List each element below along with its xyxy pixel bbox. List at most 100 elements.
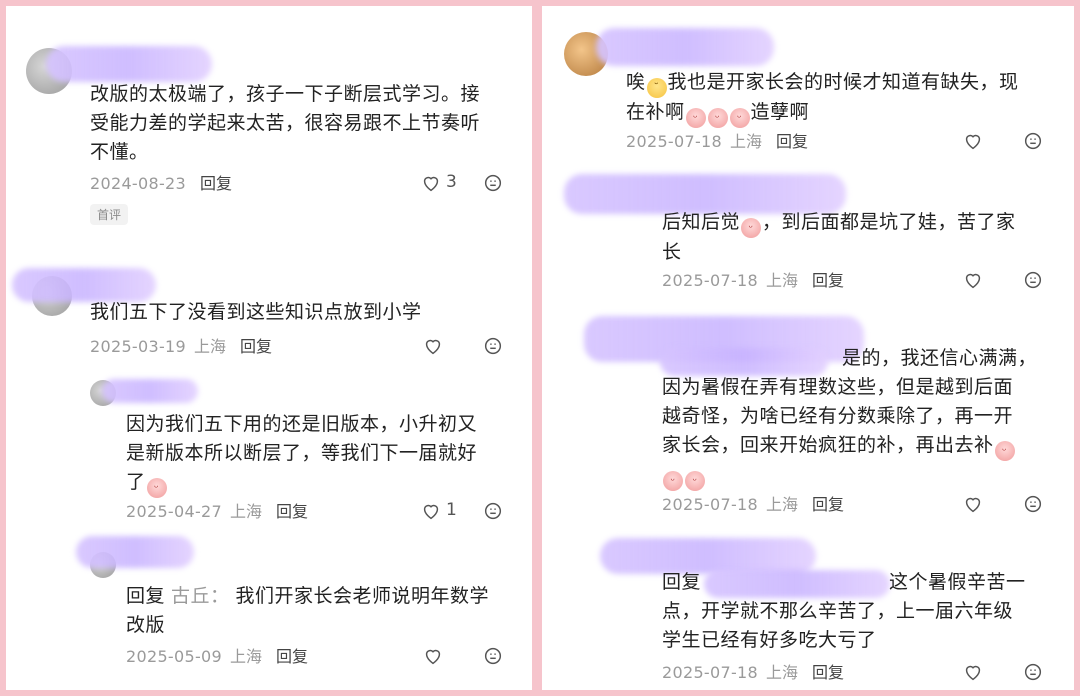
comment-meta: 2025-07-18 上海 回复 (662, 495, 844, 515)
comment-location: 上海 (765, 495, 798, 514)
emoji-reaction-icon[interactable] (1022, 661, 1044, 683)
reply-button[interactable]: 回复 (276, 647, 308, 666)
comment-line: 是的，我还信心满满， (842, 347, 1038, 369)
username-redacted (12, 268, 156, 302)
comment-line: 我们开家长会老师说明年数学 (235, 585, 490, 607)
crying-emoji-icon: ᵕ (663, 471, 683, 491)
reply-button[interactable]: 回复 (200, 174, 232, 193)
like-heart-icon[interactable] (420, 172, 442, 194)
like-count: 3 (446, 172, 457, 192)
emoji-reaction-icon[interactable] (1022, 269, 1044, 291)
comment-location: 上海 (193, 337, 226, 356)
comment-line: 了 (126, 471, 146, 493)
comment-meta: 2025-07-18 上海 回复 (662, 271, 844, 291)
comment-line: 受能力差的学起来太苦，很容易跟不上节奏听 (90, 112, 481, 134)
reply-button[interactable]: 回复 (240, 337, 272, 356)
comment-meta: 2025-07-18 上海 回复 (626, 132, 808, 152)
comment-location: 上海 (229, 647, 262, 666)
emoji-reaction-icon[interactable] (482, 645, 504, 667)
comment-text: 后知后觉 ᵕ ，到后面都是坑了娃，苦了家 长 (662, 208, 1066, 267)
comment-line: 后知后觉 (662, 211, 741, 233)
emoji-reaction-icon[interactable] (482, 172, 504, 194)
comment-text: 改版的太极端了，孩子一下子断层式学习。接 受能力差的学起来太苦，很容易跟不上节奏… (90, 80, 520, 167)
comment-line: 这个暑假辛苦一 (889, 571, 1026, 593)
comment-date: 2025-07-18 (626, 132, 722, 151)
comment-line: 我也是开家长会的时候才知道有缺失，现 (667, 71, 1019, 93)
reply-button[interactable]: 回复 (812, 495, 844, 514)
comment-meta: 2025-07-18 上海 回复 (662, 663, 844, 683)
comment-location: 上海 (729, 132, 762, 151)
username-redacted (46, 46, 212, 82)
comment-line: 唉 (626, 71, 646, 93)
comments-panel-right: 唉 ˘ 我也是开家长会的时候才知道有缺失，现 在补啊 ᵕ ᵕ ᵕ 造孽啊 2025-07-1… (542, 6, 1074, 690)
comment-line: 在补啊 (626, 101, 685, 123)
like-heart-icon[interactable] (962, 130, 984, 152)
reply-button[interactable]: 回复 (812, 271, 844, 290)
like-count: 1 (446, 500, 457, 520)
comment-text: 因为我们五下用的还是旧版本，小升初又 是新版本所以断层了，等我们下一届就好 了ᵕ (126, 410, 526, 498)
comment-line: 因为暑假在弄有理数这些，但是越到后面 (662, 376, 1014, 398)
comment-line: 是新版本所以断层了，等我们下一届就好 (126, 442, 478, 464)
comment-line: 家长会，回来开始疯狂的补，再出去补 (662, 434, 994, 456)
crying-emoji-icon: ᵕ (707, 108, 728, 128)
comment-location: 上海 (765, 663, 798, 682)
comment-line: 长 (662, 241, 682, 263)
comment-date: 2025-07-18 (662, 271, 758, 290)
comment-line: 学生已经有好多吃大亏了 (662, 629, 877, 651)
reply-button[interactable]: 回复 (776, 132, 808, 151)
comment-line: ，到后面都是坑了娃，苦了家 (762, 211, 1016, 233)
emoji-reaction-icon[interactable] (482, 500, 504, 522)
comment-date: 2025-05-09 (126, 647, 222, 666)
username-redacted (76, 536, 194, 568)
comment-meta: 2025-03-19 上海 回复 (90, 337, 272, 357)
sigh-emoji-icon: ˘ (646, 78, 667, 98)
reply-button[interactable]: 回复 (812, 663, 844, 682)
comments-panel-left: 改版的太极端了，孩子一下子断层式学习。接 受能力差的学起来太苦，很容易跟不上节奏… (6, 6, 532, 690)
comment-location: 上海 (765, 271, 798, 290)
comment-meta: 2025-04-27 上海 回复 (126, 502, 308, 522)
comment-line: 造孽啊 (750, 101, 810, 123)
like-heart-icon[interactable] (422, 645, 444, 667)
comment-text: 回复 这个暑假辛苦一 点，开学就不那么辛苦了，上一届六年级 学生已经有好多吃大亏了 (662, 568, 1066, 655)
comment-line: 改版的太极端了，孩子一下子断层式学习。接 (90, 83, 481, 105)
emoji-reaction-icon[interactable] (482, 335, 504, 357)
username-redacted (596, 28, 774, 66)
crying-emoji-icon: ᵕ (994, 441, 1015, 461)
like-heart-icon[interactable] (962, 493, 984, 515)
crying-emoji-icon: ᵕ (685, 108, 706, 128)
reply-to-name[interactable]: 古丘： (171, 585, 230, 607)
comment-text: 回复 古丘： 我们开家长会老师说明年数学 改版 (126, 582, 526, 640)
comment-line: 因为我们五下用的还是旧版本，小升初又 (126, 413, 478, 435)
like-heart-icon[interactable] (422, 335, 444, 357)
comment-date: 2024-08-23 (90, 174, 186, 193)
reply-prefix: 回复 (662, 571, 702, 593)
comment-date: 2025-07-18 (662, 495, 758, 514)
comment-text: 是的，我还信心满满， 因为暑假在弄有理数这些，但是越到后面 越奇怪，为啥已经有分… (662, 344, 1066, 491)
reply-prefix: 回复 (126, 585, 166, 607)
comment-line: 我们五下了没看到这些知识点放到小学 (90, 301, 422, 323)
crying-emoji-icon: ᵕ (729, 108, 750, 128)
reply-button[interactable]: 回复 (276, 502, 308, 521)
username-redacted (102, 379, 198, 403)
crying-emoji-icon: ᵕ (146, 478, 167, 498)
comment-meta: 2025-05-09 上海 回复 (126, 647, 308, 667)
comment-date: 2025-04-27 (126, 502, 222, 521)
emoji-reaction-icon[interactable] (1022, 130, 1044, 152)
comment-line: 不懂。 (90, 141, 149, 163)
crying-emoji-icon: ᵕ (741, 218, 762, 238)
comment-line: 点，开学就不那么辛苦了，上一届六年级 (662, 600, 1014, 622)
like-heart-icon[interactable] (962, 661, 984, 683)
comment-line: 改版 (126, 614, 166, 636)
like-heart-icon[interactable] (962, 269, 984, 291)
comment-date: 2025-03-19 (90, 337, 186, 356)
comment-location: 上海 (229, 502, 262, 521)
comment-text: 唉 ˘ 我也是开家长会的时候才知道有缺失，现 在补啊 ᵕ ᵕ ᵕ 造孽啊 (626, 68, 1066, 128)
crying-emoji-icon: ᵕ (685, 471, 705, 491)
first-comment-badge: 首评 (90, 204, 129, 225)
comment-meta: 2024-08-23 回复 (90, 174, 232, 194)
comment-date: 2025-07-18 (662, 663, 758, 682)
like-heart-icon[interactable] (420, 500, 442, 522)
comment-line: 越奇怪，为啥已经有分数乘除了，再一开 (662, 405, 1014, 427)
comment-text: 我们五下了没看到这些知识点放到小学 (90, 298, 520, 327)
emoji-reaction-icon[interactable] (1022, 493, 1044, 515)
